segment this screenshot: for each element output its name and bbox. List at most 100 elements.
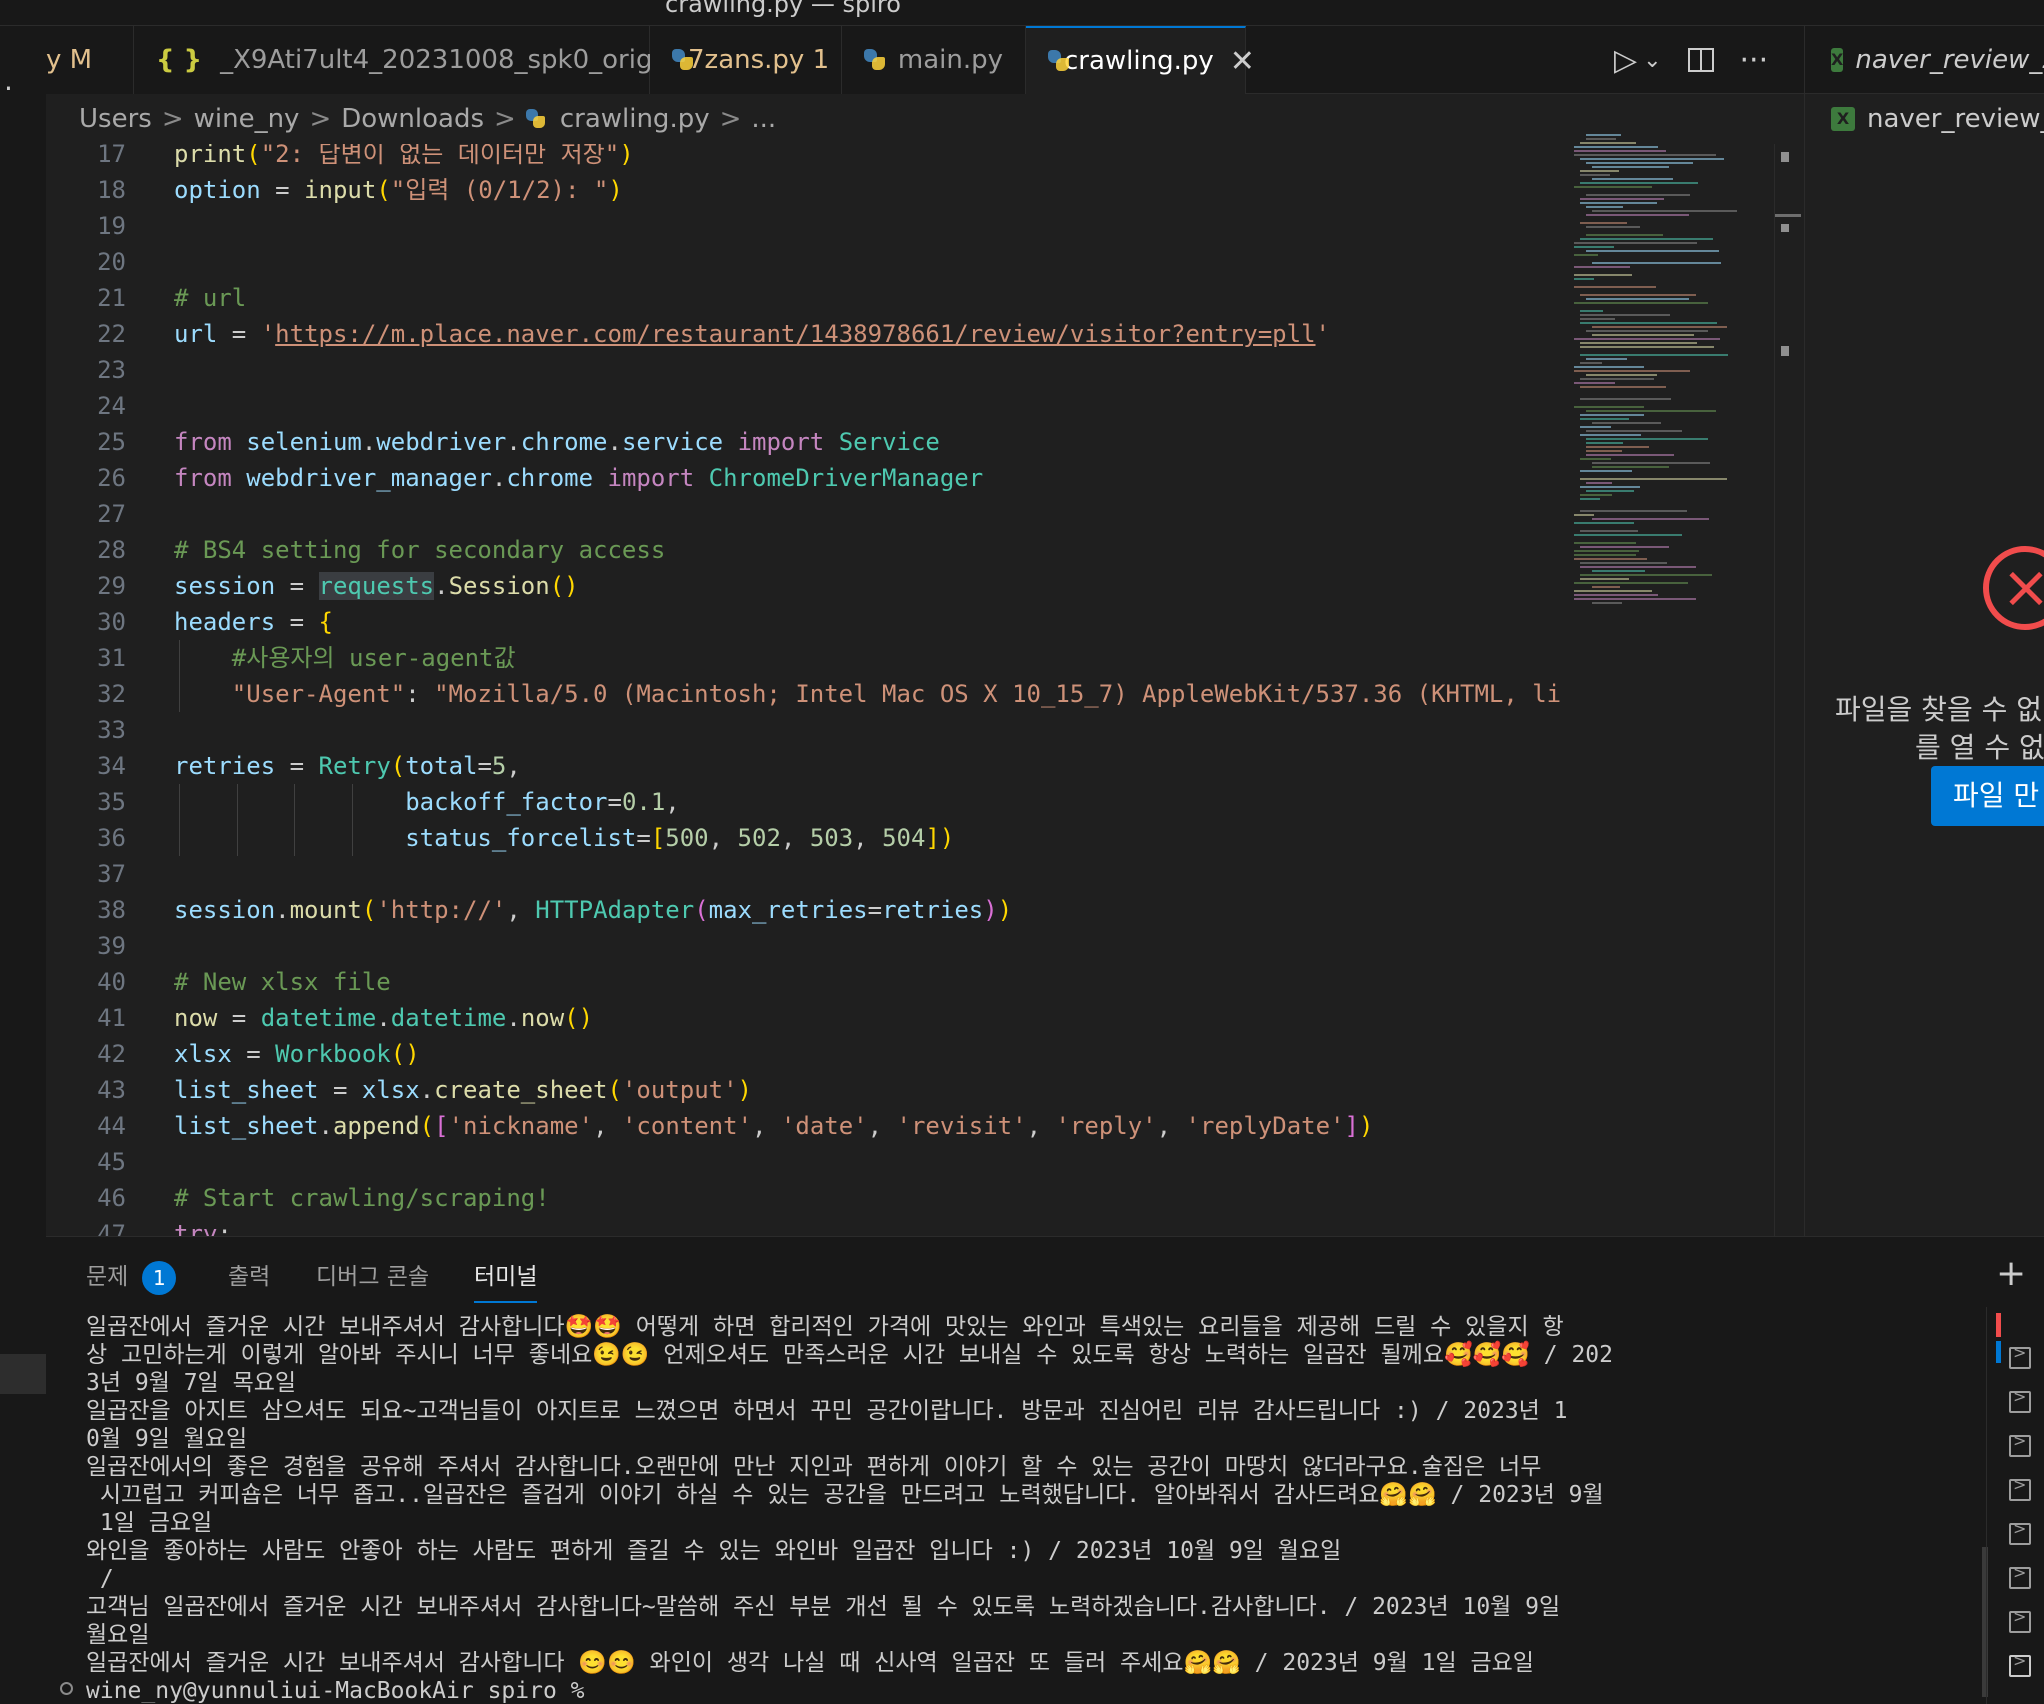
line-number: 31 (97, 644, 126, 672)
breadcrumb-item-wine-ny[interactable]: wine_ny (194, 104, 300, 134)
code-line[interactable]: 23 (46, 352, 1576, 388)
code-line[interactable]: 45 (46, 1144, 1576, 1180)
breadcrumb-item-file[interactable]: crawling.py (560, 104, 710, 134)
line-number: 47 (97, 1220, 126, 1236)
chevron-down-icon[interactable]: ⌄ (1643, 48, 1661, 73)
terminal-line: wine_ny@yunnuliui-MacBookAir spiro % (86, 1678, 585, 1703)
code-line[interactable]: 31 #사용자의 user-agent값 (46, 640, 1576, 676)
code-editor[interactable]: 17 print("2: 답변이 없는 데이터만 저장") 18 option = i… (46, 144, 1804, 1236)
code-line[interactable]: 38 session.mount('http://', HTTPAdapter(m… (46, 892, 1576, 928)
terminal-instance-icon[interactable] (2009, 1607, 2031, 1633)
terminal-instance-icon[interactable] (2009, 1651, 2031, 1677)
line-number: 32 (97, 680, 126, 708)
code-line[interactable]: 27 (46, 496, 1576, 532)
indent-guide (294, 784, 295, 856)
minimap-line (1592, 518, 1709, 520)
breadcrumb-item-downloads[interactable]: Downloads (341, 104, 484, 134)
tab-debug-console[interactable]: 디버그 콘솔 (316, 1251, 429, 1303)
code-line[interactable]: 28 # BS4 setting for secondary access (46, 532, 1576, 568)
tab-previous-modified[interactable]: y M (46, 26, 134, 94)
code-line[interactable]: 32 "User-Agent": "Mozilla/5.0 (Macintosh… (46, 676, 1576, 712)
code-line[interactable]: 44 list_sheet.append(['nickname', 'conten… (46, 1108, 1576, 1144)
code-line[interactable]: 22 url = 'https://m.place.naver.com/resta… (46, 316, 1576, 352)
more-actions-icon[interactable]: ··· (1740, 43, 1769, 78)
terminal-instance-icon[interactable] (2009, 1519, 2031, 1545)
code-line[interactable]: 39 (46, 928, 1576, 964)
minimap-line (1592, 570, 1645, 572)
run-icon[interactable]: ▷ (1614, 43, 1637, 78)
code-line[interactable]: 30 headers = { (46, 604, 1576, 640)
breadcrumb: X naver_review_ (1805, 94, 2044, 144)
code-line[interactable]: 17 print("2: 답변이 없는 데이터만 저장") (46, 144, 1576, 172)
code-line[interactable]: 41 now = datetime.datetime.now() (46, 1000, 1576, 1036)
minimap-line (1580, 142, 1636, 144)
code-line[interactable]: 40 # New xlsx file (46, 964, 1576, 1000)
terminal-line: / (86, 1566, 114, 1592)
line-number: 23 (97, 356, 126, 384)
indent-guide (179, 640, 180, 712)
code-line[interactable]: 25 from selenium.webdriver.chrome.service… (46, 424, 1576, 460)
code-text: list_sheet.append(['nickname', 'content'… (174, 1112, 1374, 1140)
line-number: 25 (97, 428, 126, 456)
code-line[interactable]: 36 status_forcelist=[500, 502, 503, 504]… (46, 820, 1576, 856)
editor-scrollbar[interactable] (1774, 144, 1802, 1236)
tab-7zans[interactable]: 7zans.py 1 (650, 26, 842, 94)
line-number: 41 (97, 1004, 126, 1032)
terminal-instance-icon[interactable] (2009, 1563, 2031, 1589)
secondary-editor-group: X naver_review_2 X naver_review_ 파일을 찾을 … (1804, 26, 2044, 1236)
minimap[interactable] (1574, 134, 1774, 614)
minimap-line (1574, 370, 1690, 372)
tab-terminal[interactable]: 터미널 (474, 1251, 538, 1303)
code-line[interactable]: 33 (46, 712, 1576, 748)
vscode-window: crawling.py — spiro · y M { } _X9Ati7ult… (0, 0, 2044, 1704)
minimap-line (1574, 542, 1636, 544)
tab-output[interactable]: 출력 (228, 1251, 270, 1303)
code-line[interactable]: 24 (46, 388, 1576, 424)
minimap-line (1580, 426, 1611, 428)
tab-naver-review[interactable]: X naver_review_2 (1805, 26, 2044, 94)
minimap-line (1592, 466, 1669, 468)
tab-crawling[interactable]: crawling.py ✕ (1026, 26, 1255, 94)
tab-problems[interactable]: 문제 1 (86, 1251, 177, 1303)
create-file-button[interactable]: 파일 만 (1931, 766, 2044, 826)
line-number: 33 (97, 716, 126, 744)
code-line[interactable]: 42 xlsx = Workbook() (46, 1036, 1576, 1072)
code-line[interactable]: 37 (46, 856, 1576, 892)
code-line[interactable]: 34 retries = Retry(total=5, (46, 748, 1576, 784)
minimap-line (1580, 494, 1612, 496)
breadcrumb-item-file[interactable]: naver_review_ (1867, 104, 2044, 134)
split-editor-icon[interactable] (1687, 48, 1714, 72)
minimap-line (1586, 214, 1689, 216)
code-line[interactable]: 19 (46, 208, 1576, 244)
new-terminal-icon[interactable]: + (1996, 1253, 2026, 1294)
minimap-line (1580, 362, 1602, 364)
code-line[interactable]: 18 option = input("입력 (0/1/2): ") (46, 172, 1576, 208)
breadcrumb-item-users[interactable]: Users (79, 104, 152, 134)
terminal-instance-icon[interactable] (2009, 1343, 2031, 1369)
code-line[interactable]: 29 session = requests.Session() (46, 568, 1576, 604)
tab-json-result[interactable]: { } _X9Ati7ult4_20231008_spk0_origin_res… (134, 26, 824, 94)
terminal-instance-icon[interactable] (2009, 1475, 2031, 1501)
code-line[interactable]: 43 list_sheet = xlsx.create_sheet('output… (46, 1072, 1576, 1108)
close-icon[interactable]: ✕ (1230, 44, 1255, 79)
breadcrumb-item-symbol[interactable]: ... (751, 104, 776, 134)
minimap-line (1574, 302, 1708, 304)
code-line[interactable]: 46 # Start crawling/scraping! (46, 1180, 1576, 1216)
code-line[interactable]: 35 backoff_factor=0.1, (46, 784, 1576, 820)
terminal-output[interactable]: 일곱잔에서 즐거운 시간 보내주셔서 감사합니다🤩🤩 어떻게 하면 합리적인 가… (86, 1313, 2016, 1703)
terminal-instance-icon[interactable] (2009, 1431, 2031, 1457)
tab-label: main.py (897, 45, 1003, 75)
terminal-instance-icon[interactable] (2009, 1387, 2031, 1413)
line-number: 28 (97, 536, 126, 564)
minimap-line (1574, 590, 1652, 592)
code-line[interactable]: 26 from webdriver_manager.chrome import C… (46, 460, 1576, 496)
terminal-list (1986, 1307, 2044, 1704)
activity-item-active[interactable] (0, 1354, 46, 1394)
code-text: # Start crawling/scraping! (174, 1184, 550, 1212)
minimap-line (1580, 158, 1724, 160)
code-line[interactable]: 21 # url (46, 280, 1576, 316)
code-text: session.mount('http://', HTTPAdapter(max… (174, 896, 1013, 924)
code-line[interactable]: 20 (46, 244, 1576, 280)
code-line[interactable]: 47 try: (46, 1216, 1576, 1236)
tab-main[interactable]: main.py (842, 26, 1026, 94)
